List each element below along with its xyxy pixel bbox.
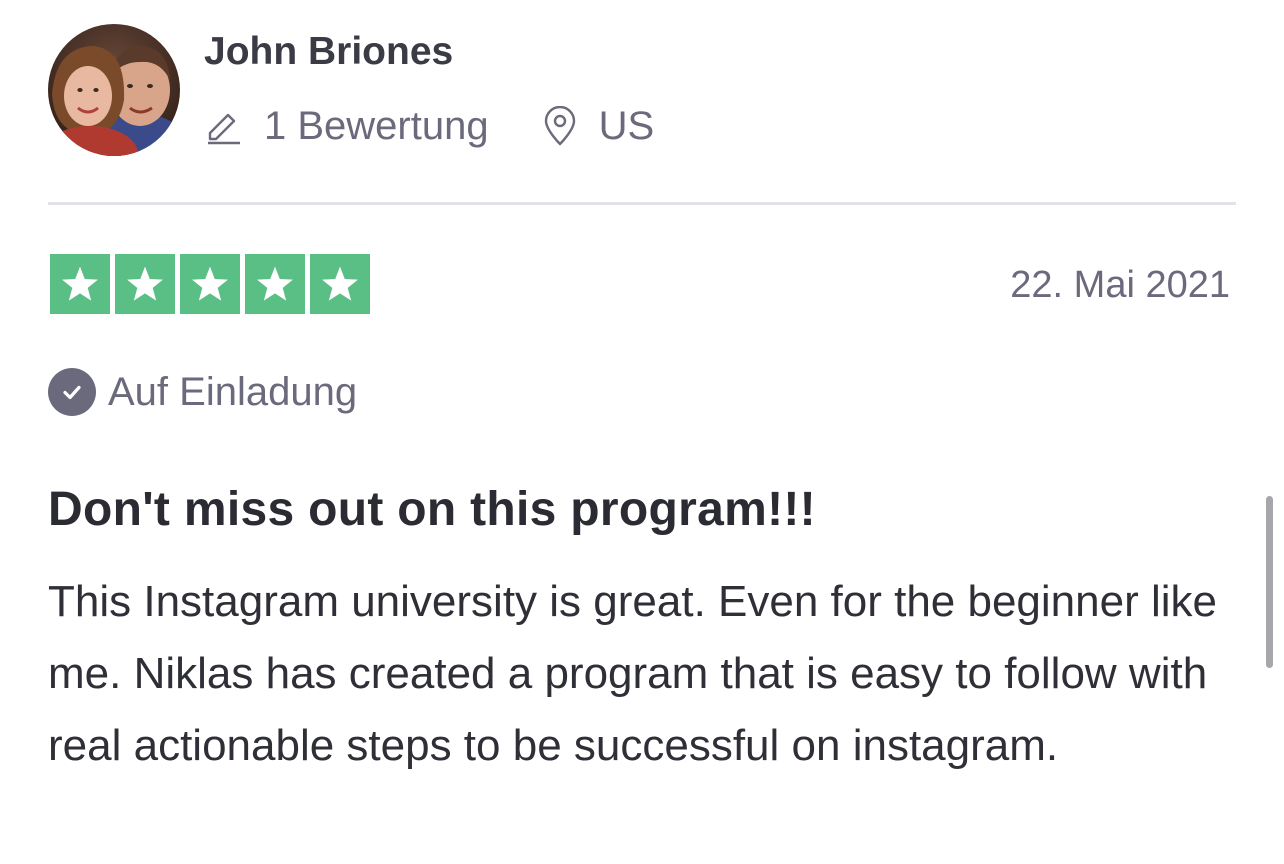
pencil-icon	[204, 107, 242, 145]
review-date: 22. Mai 2021	[1010, 264, 1230, 306]
star-2	[115, 254, 175, 314]
location-pin-icon	[543, 106, 577, 146]
star-icon	[322, 266, 358, 301]
invitation-label: Auf Einladung	[108, 369, 358, 414]
star-icon	[62, 266, 98, 301]
star-icon	[257, 266, 293, 301]
reviewer-location: US	[543, 103, 655, 149]
review-title[interactable]: Don't miss out on this program!!!	[48, 482, 816, 537]
star-icon	[127, 266, 163, 301]
country-label: US	[598, 103, 655, 148]
checkmark-circle-icon	[48, 368, 96, 416]
star-1	[50, 254, 110, 314]
invitation-badge[interactable]: Auf Einladung	[48, 368, 357, 416]
review-body: This Instagram university is great. Even…	[48, 577, 1217, 770]
star-rating	[50, 254, 370, 314]
reviews-count: 1 Bewertung	[204, 104, 489, 149]
reviewer-avatar[interactable]	[48, 24, 180, 156]
star-4	[245, 254, 305, 314]
star-icon	[192, 266, 228, 301]
scrollbar-thumb[interactable]	[1266, 496, 1273, 668]
star-5	[310, 254, 370, 314]
reviewer-meta: 1 Bewertung US	[204, 100, 654, 152]
divider	[48, 202, 1236, 205]
review-card: John Briones 1 Bewertung US 22. Mai 2021…	[0, 0, 1284, 864]
star-3	[180, 254, 240, 314]
reviews-count-label: 1 Bewertung	[264, 103, 489, 148]
reviewer-name[interactable]: John Briones	[204, 30, 453, 74]
